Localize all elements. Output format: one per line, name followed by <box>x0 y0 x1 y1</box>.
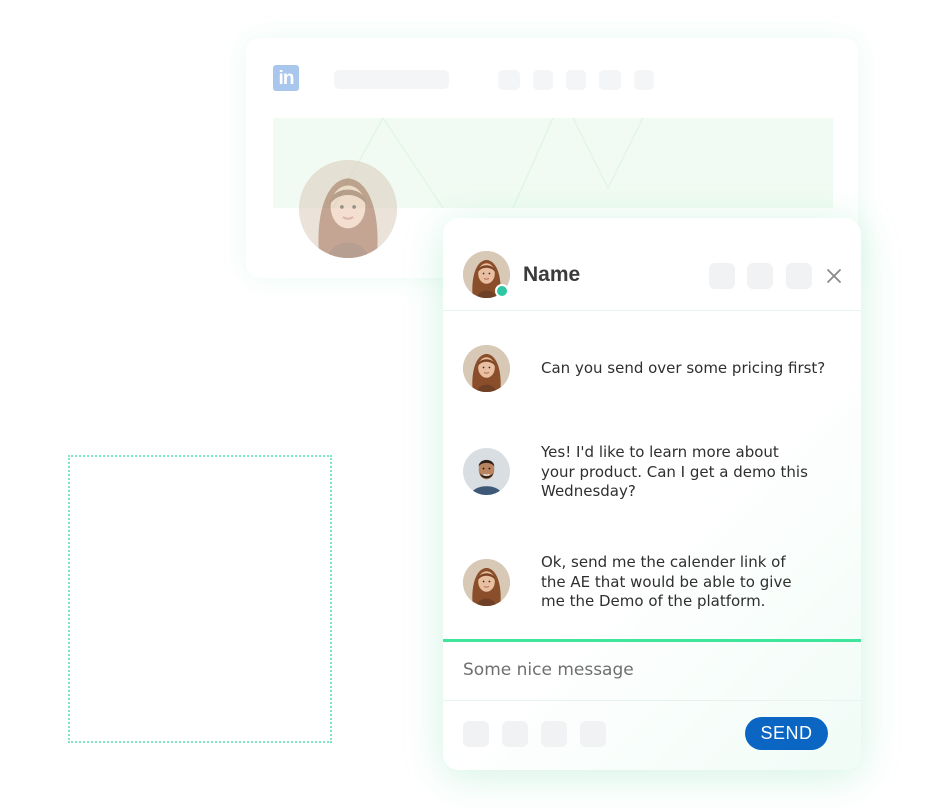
skeleton-nav-item <box>498 70 520 90</box>
header-action-button[interactable] <box>709 263 735 289</box>
message-avatar-contact <box>463 559 510 606</box>
skeleton-bar <box>334 70 449 89</box>
message-text: Can you send over some pricing first? <box>541 359 826 377</box>
message-text: Yes! I'd like to learn more about your p… <box>541 443 808 500</box>
message-text: Ok, send me the calender link of the AE … <box>541 553 792 610</box>
send-button[interactable]: SEND <box>745 717 828 750</box>
skeleton-nav-item <box>566 70 586 90</box>
message-input[interactable] <box>463 652 833 688</box>
compose-area <box>443 639 861 701</box>
chat-header: Name <box>443 218 861 311</box>
skeleton-nav-item <box>533 70 553 90</box>
online-status-indicator <box>495 284 509 298</box>
skeleton-nav-item <box>599 70 621 90</box>
skeleton-nav-item <box>634 70 654 90</box>
header-action-button[interactable] <box>747 263 773 289</box>
contact-name: Name <box>523 263 581 286</box>
attachment-tool-button[interactable] <box>541 721 567 747</box>
decorative-dotted-frame-left <box>68 455 332 743</box>
linkedin-icon: in <box>273 65 299 91</box>
close-icon[interactable] <box>823 265 845 287</box>
attachment-tool-button[interactable] <box>502 721 528 747</box>
chat-window: Name Can you send over some pricing firs… <box>443 218 861 770</box>
header-action-button[interactable] <box>786 263 812 289</box>
background-profile-avatar <box>299 160 397 258</box>
attachment-tool-button[interactable] <box>580 721 606 747</box>
message-avatar-contact <box>463 345 510 392</box>
attachment-tool-button[interactable] <box>463 721 489 747</box>
message-avatar-user <box>463 448 510 495</box>
